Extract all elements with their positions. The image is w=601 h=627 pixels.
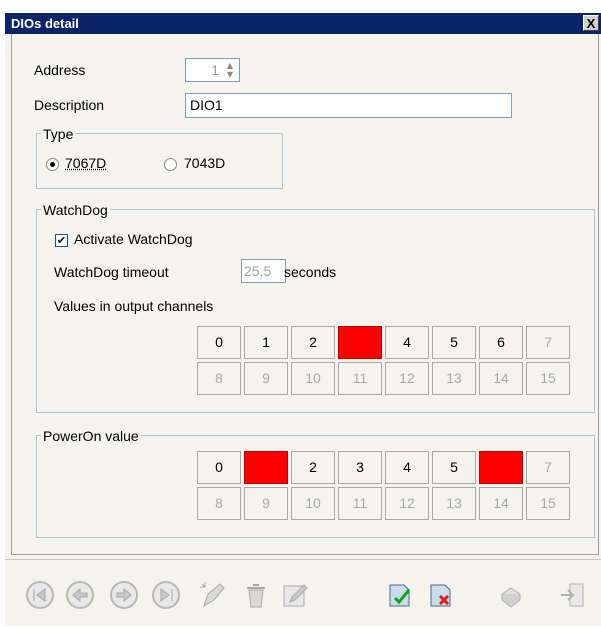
watchdog-timeout-label: WatchDog timeout [54,264,169,280]
poweron-channel-14[interactable]: 14 [479,487,523,520]
watchdog-channel-1[interactable]: 1 [244,326,288,359]
watchdog-channel-10[interactable]: 10 [291,362,335,395]
watchdog-channel-14[interactable]: 14 [479,362,523,395]
activate-watchdog-checkbox[interactable]: ✔ [55,234,68,247]
watchdog-channel-8[interactable]: 8 [197,362,241,395]
poweron-channel-13[interactable]: 13 [432,487,476,520]
title-bar: DIOs detail X [5,13,601,34]
radio-7067d-label[interactable]: 7067D [65,155,106,171]
watchdog-channel-12[interactable]: 12 [385,362,429,395]
poweron-channel-3[interactable]: 3 [338,451,382,484]
values-output-label: Values in output channels [54,298,214,314]
poweron-channel-12[interactable]: 12 [385,487,429,520]
radio-7067d[interactable] [46,158,59,171]
activate-watchdog-label[interactable]: Activate WatchDog [74,231,193,247]
dialog-window: Address 1 ▲ ▼ Description DIO1 Type 7067D… [5,34,601,626]
address-spinner[interactable]: 1 ▲ ▼ [185,58,240,82]
poweron-channel-grid: 0 1 2 3 4 5 6 7 8 9 10 11 12 13 14 15 [197,451,570,520]
navigation-toolbar [5,559,601,627]
watchdog-channel-0[interactable]: 0 [197,326,241,359]
watchdog-channel-11[interactable]: 11 [338,362,382,395]
description-input[interactable]: DIO1 [185,93,512,118]
poweron-channel-11[interactable]: 11 [338,487,382,520]
watchdog-channel-15[interactable]: 15 [526,362,570,395]
timeout-unit-label: seconds [284,264,337,280]
cancel-icon[interactable] [426,580,456,610]
address-label: Address [34,62,86,78]
watchdog-channel-4[interactable]: 4 [385,326,429,359]
poweron-channel-8[interactable]: 8 [197,487,241,520]
watchdog-channel-6[interactable]: 6 [479,326,523,359]
next-record-icon[interactable] [109,580,139,610]
poweron-channel-9[interactable]: 9 [244,487,288,520]
watchdog-legend: WatchDog [41,202,110,218]
watchdog-channel-5[interactable]: 5 [432,326,476,359]
close-button[interactable]: X [583,15,599,31]
edit-record-icon[interactable] [280,580,310,610]
exit-icon[interactable] [558,580,588,610]
address-value: 1 [211,62,219,78]
poweron-channel-15[interactable]: 15 [526,487,570,520]
window-title: DIOs detail [11,16,79,31]
watchdog-channel-9[interactable]: 9 [244,362,288,395]
poweron-channel-2[interactable]: 2 [291,451,335,484]
poweron-channel-0[interactable]: 0 [197,451,241,484]
radio-7043d-label[interactable]: 7043D [184,155,225,171]
watchdog-channel-grid: 0 1 2 3 4 5 6 7 8 9 10 11 12 13 14 15 [197,326,570,395]
poweron-channel-6[interactable]: 6 [479,451,523,484]
type-legend: Type [41,126,76,142]
delete-record-icon[interactable] [241,580,271,610]
description-label: Description [34,97,105,113]
poweron-legend: PowerOn value [41,428,141,444]
poweron-channel-5[interactable]: 5 [432,451,476,484]
watchdog-channel-7[interactable]: 7 [526,326,570,359]
poweron-channel-10[interactable]: 10 [291,487,335,520]
form-panel: Address 1 ▲ ▼ Description DIO1 Type 7067D… [11,34,599,555]
watchdog-channel-13[interactable]: 13 [432,362,476,395]
watchdog-channel-2[interactable]: 2 [291,326,335,359]
radio-7043d[interactable] [164,158,177,171]
poweron-channel-1[interactable]: 1 [244,451,288,484]
new-record-icon[interactable] [198,580,228,610]
watchdog-timeout-input[interactable]: 25,5 [241,259,286,283]
poweron-channel-7[interactable]: 7 [526,451,570,484]
last-record-icon[interactable] [151,580,181,610]
poweron-channel-4[interactable]: 4 [385,451,429,484]
print-icon[interactable] [496,580,526,610]
previous-record-icon[interactable] [65,580,95,610]
watchdog-channel-3[interactable]: 3 [338,326,382,359]
first-record-icon[interactable] [25,580,55,610]
save-icon[interactable] [385,580,415,610]
spinner-arrows-icon[interactable]: ▲ ▼ [223,61,237,79]
